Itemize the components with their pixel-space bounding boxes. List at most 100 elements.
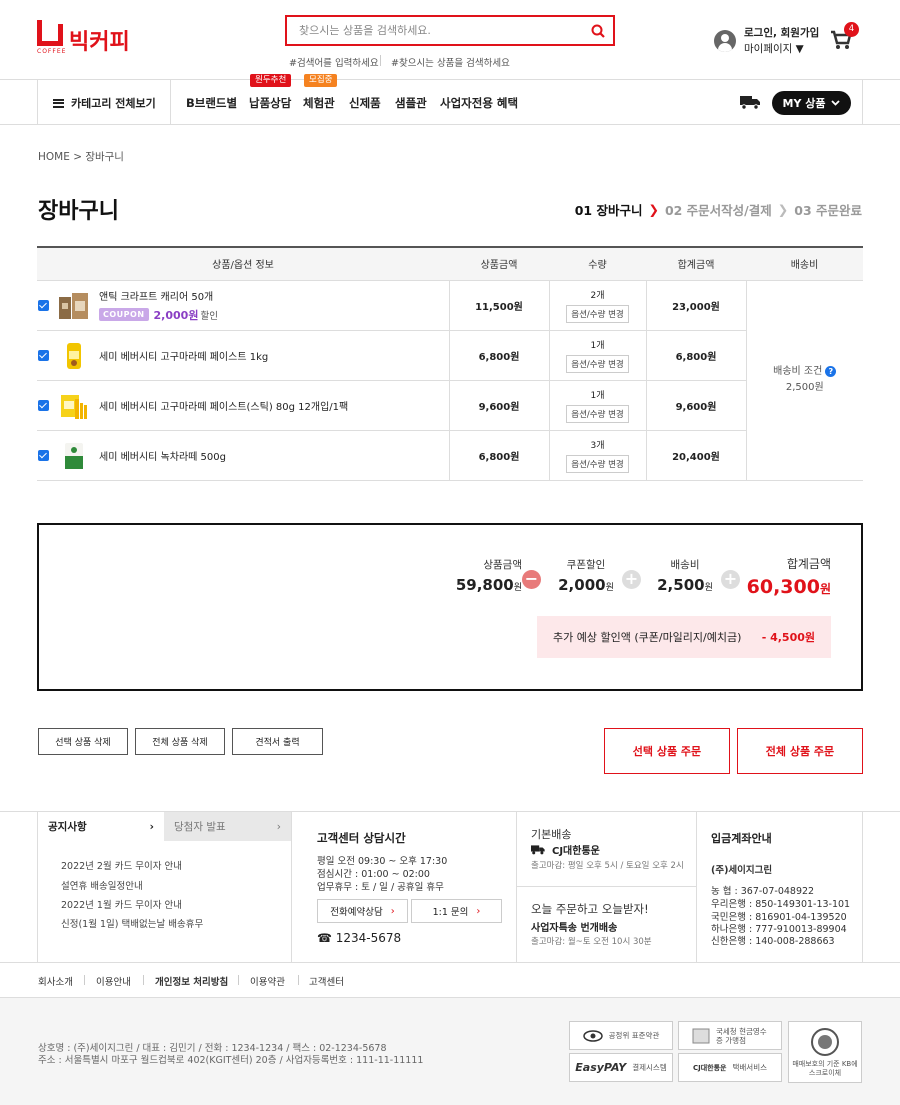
login-link[interactable]: 로그인, 회원가입 [744,25,819,41]
print-estimate-button[interactable]: 견적서 출력 [232,728,323,755]
summary-total: 합계금액 60,300원 [745,555,831,598]
tab-winners[interactable]: 당첨자 발표 › [164,812,291,841]
shipping-deadline: 출고마감: 평일 오후 5시 / 토요일 오후 2시 [531,861,684,871]
step-complete: 03 주문완료 [794,203,862,218]
help-icon[interactable]: ? [825,366,837,377]
extra-discount-value: - 4,500원 [761,631,815,644]
brand-logo[interactable]: COFFEE 빅커피 [37,20,130,56]
delivery-truck-icon[interactable] [740,94,762,113]
notice-item[interactable]: 2022년 1월 카드 무이자 안내 [61,897,182,911]
delete-selected-button[interactable]: 선택 상품 삭제 [38,728,128,755]
nav-item-sample[interactable]: 샘플관 [395,95,427,111]
nav-item-business[interactable]: 사업자전용 혜택 [440,95,518,111]
product-name[interactable]: 세미 베버시티 고구마라떼 페이스트 1kg [99,348,268,363]
cert-nts[interactable]: 국세청 현금영수증 가맹점 [678,1021,782,1050]
product-name[interactable]: 세미 베버시티 녹차라떼 500g [99,448,226,463]
cert-ftc-label: 공정위 표준약관 [608,1031,660,1040]
quantity: 3개 [590,440,605,451]
bank-holder: (주)세이지그린 [711,865,773,876]
order-all-button[interactable]: 전체 상품 주문 [737,728,863,774]
nav-item-consult[interactable]: 납품상담 [249,95,291,111]
cs-hours: 평일 오전 09:30 ~ 오후 17:30 [317,856,448,867]
search-hint-1[interactable]: #검색어를 입력하세요 [289,55,379,69]
cart-count-badge: 4 [844,22,859,37]
nav-item-new[interactable]: 신제품 [349,95,381,111]
express-sub: 사업자특송 번개배송 [531,923,618,934]
chevron-right-icon: › [476,905,481,917]
summary-coupon: 쿠폰할인 2,000원 [551,557,621,594]
item-checkbox[interactable] [38,399,49,411]
notice-item[interactable]: 2022년 2월 카드 무이자 안내 [61,858,182,872]
inquiry-label: 1:1 문의 [432,907,469,918]
shipping-divider [517,886,696,887]
nav-item-experience[interactable]: 체험관 [303,95,335,111]
search-hint-2[interactable]: #찾으시는 상품을 검색하세요 [391,55,510,69]
won-unit: 원 [605,583,614,593]
cert-ftc[interactable]: 공정위 표준약관 [569,1021,673,1050]
product-name[interactable]: 세미 베버시티 고구마라떼 페이스트(스틱) 80g 12개입/1팩 [99,398,348,413]
nav-vline [37,80,38,124]
table-row: 앤틱 크라프트 캐리어 50개 COUPON 2,000원 할인 11,500원… [37,280,863,481]
summary-product-value: 59,800 [455,576,514,594]
user-avatar-icon[interactable] [714,30,736,52]
category-menu-button[interactable]: 카테고리 전체보기 [53,95,156,111]
logo-text: 빅커피 [69,30,130,55]
inquiry-button[interactable]: 1:1 문의 › [411,899,502,923]
tab-notice-label: 공지사항 [48,821,87,833]
breadcrumb[interactable]: HOME > 장바구니 [38,149,124,164]
summary-shipping-label: 배송비 [670,559,700,571]
cert-kb-escrow[interactable]: 매매보호의 기준 KB에스크로이체 [788,1021,862,1083]
product-name[interactable]: 앤틱 크라프트 캐리어 50개 [99,288,218,303]
option-change-button[interactable]: 옵션/수량 변경 [566,454,629,473]
order-selected-button[interactable]: 선택 상품 주문 [604,728,730,774]
footer-link-terms[interactable]: 이용약관 [250,974,285,988]
coupon-amount: 2,000원 [153,308,199,322]
search-input[interactable] [299,24,583,37]
product-thumbnail[interactable] [57,289,90,322]
order-summary-box [37,523,863,691]
item-checkbox[interactable] [38,349,49,361]
equals-plus-icon: + [721,570,740,589]
extra-discount-label: 추가 예상 할인액 (쿠폰/마일리지/예치금) [553,631,742,644]
cert-cj-label: 택배서비스 [732,1063,768,1072]
footer-link-sep [238,975,239,985]
table-row: 세미 베버시티 고구마라떼 페이스트(스틱) 80g 12개입/1팩 9,600… [37,380,863,431]
item-checkbox[interactable] [38,299,49,311]
footer-link-guide[interactable]: 이용안내 [96,974,131,988]
notice-item[interactable]: 설연휴 배송일정안내 [61,878,143,892]
nav-item-brand[interactable]: B브랜드별 [186,95,237,111]
nav-badge-recommend: 원두추천 [250,74,292,87]
cert-nts-label: 국세청 현금영수증 가맹점 [716,1026,767,1045]
footer-link-privacy[interactable]: 개인정보 처리방침 [155,974,228,988]
my-products-button[interactable]: MY 상품 [772,91,851,115]
mypage-link[interactable]: 마이페이지 ▼ [744,41,819,57]
product-thumbnail[interactable] [57,389,90,422]
option-change-button[interactable]: 옵션/수량 변경 [566,304,629,323]
summary-product: 상품금액 59,800원 [430,557,522,594]
tab-notice[interactable]: 공지사항 › [38,812,164,841]
cert-cj[interactable]: CJ대한통운 택배서비스 [678,1053,782,1082]
delete-all-button[interactable]: 전체 상품 삭제 [135,728,225,755]
step-cart: 01 장바구니 [574,203,643,218]
product-thumbnail[interactable] [57,339,90,372]
search-icon[interactable] [583,24,613,38]
item-checkbox[interactable] [38,449,49,461]
quantity: 2개 [590,290,605,301]
footer-link-cs[interactable]: 고객센터 [309,974,344,988]
shipping-company-name: CJ대한통운 [552,846,600,857]
phone-reservation-button[interactable]: 전화예약상담 › [317,899,408,923]
footer-link-about[interactable]: 회사소개 [38,974,73,988]
coupon-badge[interactable]: COUPON [99,308,149,321]
summary-product-label: 상품금액 [483,559,522,571]
option-change-button[interactable]: 옵션/수량 변경 [566,404,629,423]
line-total: 23,000원 [645,280,746,331]
cert-easypay[interactable]: EasyPAY 결제시스템 [569,1053,673,1082]
option-change-button[interactable]: 옵션/수량 변경 [566,354,629,373]
product-thumbnail[interactable] [57,439,90,472]
receipt-icon [692,1028,710,1043]
notice-item[interactable]: 신정(1월 1일) 택배없는날 배송휴무 [61,916,203,930]
logo-sub: COFFEE [37,48,67,55]
cart-table: 상품/옵션 정보 상품금액 수량 합계금액 배송비 앤틱 크라프트 캐리어 50… [37,246,863,481]
shipping-company: CJ대한통운 [531,842,600,857]
shipping-condition: 배송비 조건 [773,366,823,377]
